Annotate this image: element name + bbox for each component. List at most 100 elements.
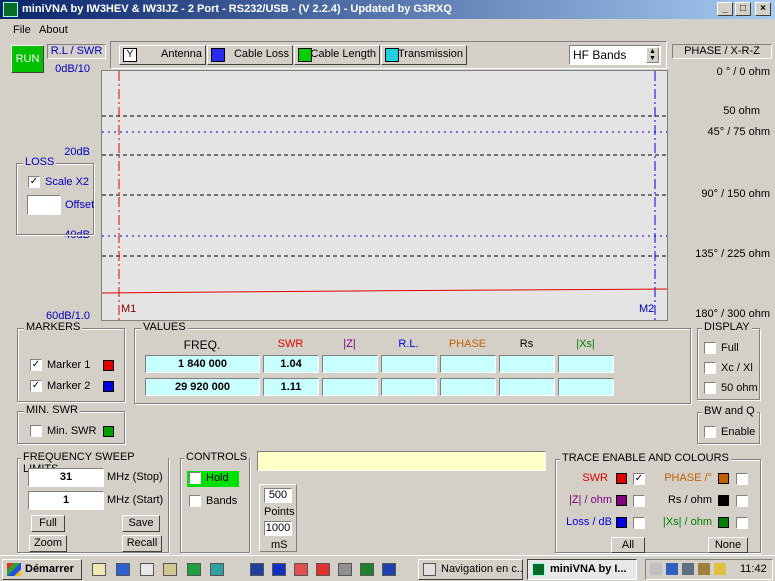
m2-swr-value: 1.11 — [263, 378, 319, 396]
header-phase: PHASE — [448, 338, 487, 350]
maximize-button[interactable]: □ — [735, 2, 751, 16]
xcxl-checkbox[interactable] — [704, 362, 716, 374]
full-button[interactable]: Full — [31, 515, 65, 532]
trace-loss-color[interactable] — [616, 517, 627, 528]
window-title: miniVNA by IW3HEV & IW3IJZ - 2 Port - RS… — [22, 3, 452, 15]
trace-loss-label: Loss / dB — [566, 516, 612, 528]
bands-checkbox[interactable] — [189, 495, 201, 507]
trace-xs-checkbox[interactable] — [736, 517, 748, 529]
excel-icon[interactable] — [360, 563, 374, 576]
stop-freq-input[interactable]: 31 — [28, 468, 104, 487]
spinner-arrows-icon[interactable]: ▲ ▼ — [646, 47, 659, 63]
green-app-icon[interactable] — [187, 563, 201, 576]
status-field — [257, 451, 546, 471]
ms-input[interactable]: 1000 — [264, 521, 292, 536]
transmission-button[interactable]: Transmission — [381, 45, 467, 65]
notepad-icon[interactable] — [92, 563, 106, 576]
marker-2-checkbox[interactable]: ✓ — [30, 380, 42, 392]
header-z: |Z| — [343, 338, 356, 350]
trace-phase-checkbox[interactable] — [736, 473, 748, 485]
recall-button[interactable]: Recall — [122, 535, 162, 552]
antenna-button[interactable]: Y Antenna — [119, 45, 206, 65]
taskbar-minivna[interactable]: miniVNA by I... — [527, 559, 637, 580]
bwq-enable-checkbox[interactable] — [704, 426, 716, 438]
clock: 11:42 — [740, 563, 767, 575]
start-button[interactable]: Démarrer — [2, 559, 82, 580]
tray-icon-5[interactable] — [714, 563, 726, 575]
trace-xs-color[interactable] — [718, 517, 729, 528]
xcxl-label: Xc / Xl — [721, 362, 753, 374]
m1-phase-value — [440, 355, 496, 373]
trace-xs-label: |Xs| / ohm — [662, 516, 712, 528]
browser-icon[interactable] — [116, 563, 130, 576]
search-icon[interactable] — [140, 563, 154, 576]
50ohm-checkbox[interactable] — [704, 382, 716, 394]
trace-swr-checkbox[interactable]: ✓ — [633, 473, 645, 485]
tray-icon-4[interactable] — [698, 563, 710, 575]
trace-rs-checkbox[interactable] — [736, 495, 748, 507]
trace-z-color[interactable] — [616, 495, 627, 506]
trace-z-label: |Z| / ohm — [568, 494, 612, 506]
marker-2-color[interactable] — [103, 381, 114, 392]
marker-1-color[interactable] — [103, 360, 114, 371]
marker-1-checkbox[interactable]: ✓ — [30, 359, 42, 371]
cable-loss-button[interactable]: Cable Loss — [207, 45, 293, 65]
list-app-icon[interactable] — [294, 563, 308, 576]
m2-rl-value — [381, 378, 437, 396]
close-button[interactable]: × — [755, 2, 771, 16]
m1-z-value — [322, 355, 378, 373]
start-freq-input[interactable]: 1 — [28, 491, 104, 510]
taskbar-navigation[interactable]: Navigation en c... — [418, 559, 523, 580]
antenna-label: Antenna — [161, 48, 202, 60]
teal-app-icon[interactable] — [210, 563, 224, 576]
scale-x2-checkbox[interactable]: ✓ — [28, 176, 40, 188]
mail-icon[interactable] — [163, 563, 177, 576]
save-button[interactable]: Save — [122, 515, 160, 532]
offset-input[interactable] — [27, 195, 61, 215]
tray-icon-2[interactable] — [666, 563, 678, 575]
m1-freq-value: 1 840 000 — [145, 355, 260, 373]
graph-area[interactable]: M1 M2 — [101, 70, 668, 321]
band-select[interactable]: HF Bands ▲ ▼ — [569, 45, 661, 65]
trace-z-checkbox[interactable] — [633, 495, 645, 507]
loss-title: LOSS — [23, 156, 57, 168]
markers-title: MARKERS — [24, 321, 83, 333]
minivna-icon — [532, 563, 545, 576]
hold-checkbox[interactable] — [189, 472, 201, 484]
menu-file[interactable]: File — [13, 24, 31, 36]
min-swr-color[interactable] — [103, 426, 114, 437]
controls-group: CONTROLS Hold Bands — [180, 451, 250, 553]
pdf-icon[interactable] — [316, 563, 330, 576]
zoom-button[interactable]: Zoom — [29, 535, 67, 552]
min-swr-checkbox[interactable] — [30, 425, 42, 437]
tray-icon-3[interactable] — [682, 563, 694, 575]
calculator-icon[interactable] — [338, 563, 352, 576]
full-label: Full — [721, 342, 739, 354]
trace-phase-color[interactable] — [718, 473, 729, 484]
minimize-button[interactable]: _ — [717, 2, 733, 16]
monitor-icon[interactable] — [250, 563, 264, 576]
none-button[interactable]: None — [708, 537, 748, 553]
hold-toggle[interactable]: Hold — [187, 471, 239, 487]
all-button[interactable]: All — [611, 537, 645, 553]
min-swr-title: MIN. SWR — [24, 404, 80, 416]
phase-title: PHASE / X-R-Z — [672, 44, 772, 59]
start-freq-label: MHz (Start) — [107, 494, 164, 506]
min-swr-label: Min. SWR — [47, 425, 97, 437]
points-input[interactable]: 500 — [264, 488, 292, 503]
cable-length-icon — [298, 48, 312, 62]
trace-swr-color[interactable] — [616, 473, 627, 484]
cable-length-button[interactable]: Cable Length — [294, 45, 380, 65]
trace-loss-checkbox[interactable] — [633, 517, 645, 529]
menu-about[interactable]: About — [39, 24, 68, 36]
trace-rs-color[interactable] — [718, 495, 729, 506]
m2-freq-value: 29 920 000 — [145, 378, 260, 396]
header-xs: |Xs| — [576, 338, 595, 350]
cable-loss-icon — [211, 48, 225, 62]
tray-icon-1[interactable] — [650, 563, 662, 575]
transmission-label: Transmission — [398, 48, 463, 60]
min-swr-group: MIN. SWR Min. SWR — [17, 404, 125, 444]
full-checkbox[interactable] — [704, 342, 716, 354]
word-icon[interactable] — [382, 563, 396, 576]
save-disk-icon[interactable] — [272, 563, 286, 576]
